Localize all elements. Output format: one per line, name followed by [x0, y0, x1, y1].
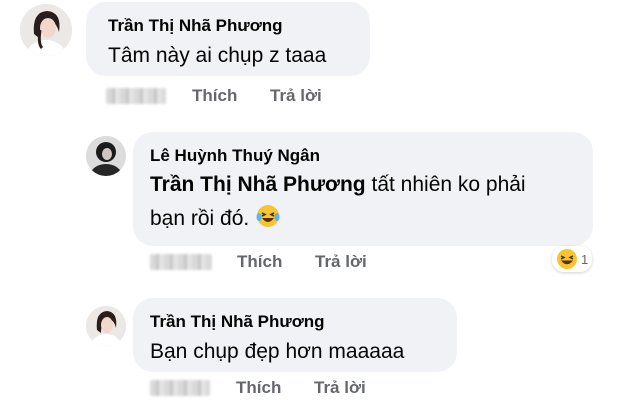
haha-reaction-icon — [556, 248, 578, 270]
comment-bubble: Trần Thị Nhã Phương Bạn chụp đẹp hơn maa… — [133, 298, 457, 372]
timestamp-blurred — [150, 254, 212, 270]
reaction-summary[interactable]: 1 — [552, 246, 593, 272]
comment-author[interactable]: Lê Huỳnh Thuý Ngân — [150, 146, 320, 166]
comment-actions: Thích Trả lời — [106, 86, 406, 108]
comment-text-line1: tất nhiên ko phải — [371, 173, 526, 196]
comment: Trần Thị Nhã Phương Tâm này ai chụp z ta… — [0, 0, 620, 120]
comment-actions: Thích Trả lời — [150, 378, 450, 400]
reply-button[interactable]: Trả lời — [315, 252, 367, 272]
reply-button[interactable]: Trả lời — [270, 86, 322, 106]
reply-comment: Trần Thị Nhã Phương Bạn chụp đẹp hơn maa… — [0, 290, 620, 411]
mention-link[interactable]: Trần Thị Nhã Phương — [150, 173, 366, 196]
comment-text: Trần Thị Nhã Phương tất nhiên ko phải bạ… — [150, 168, 580, 240]
timestamp-blurred — [106, 88, 166, 104]
comment-text: Bạn chụp đẹp hơn maaaaa — [150, 340, 405, 363]
comment-actions: Thích Trả lời — [150, 252, 450, 274]
avatar[interactable] — [86, 306, 126, 346]
timestamp-blurred — [150, 380, 210, 396]
like-button[interactable]: Thích — [237, 252, 282, 272]
comment-text-line2: bạn rồi đó. — [150, 207, 250, 230]
comment-bubble: Lê Huỳnh Thuý Ngân Trần Thị Nhã Phương t… — [133, 132, 593, 246]
comment-text: Tâm này ai chụp z taaa — [108, 44, 327, 67]
avatar[interactable] — [86, 136, 126, 176]
reaction-count: 1 — [581, 251, 589, 267]
like-button[interactable]: Thích — [192, 86, 237, 106]
reply-comment: Lê Huỳnh Thuý Ngân Trần Thị Nhã Phương t… — [0, 120, 620, 280]
like-button[interactable]: Thích — [236, 378, 281, 398]
laughing-emoji-icon — [255, 203, 281, 240]
reply-button[interactable]: Trả lời — [314, 378, 366, 398]
comment-bubble: Trần Thị Nhã Phương Tâm này ai chụp z ta… — [86, 2, 370, 76]
avatar[interactable] — [20, 4, 72, 56]
comment-author[interactable]: Trần Thị Nhã Phương — [108, 16, 283, 36]
comment-author[interactable]: Trần Thị Nhã Phương — [150, 312, 325, 332]
